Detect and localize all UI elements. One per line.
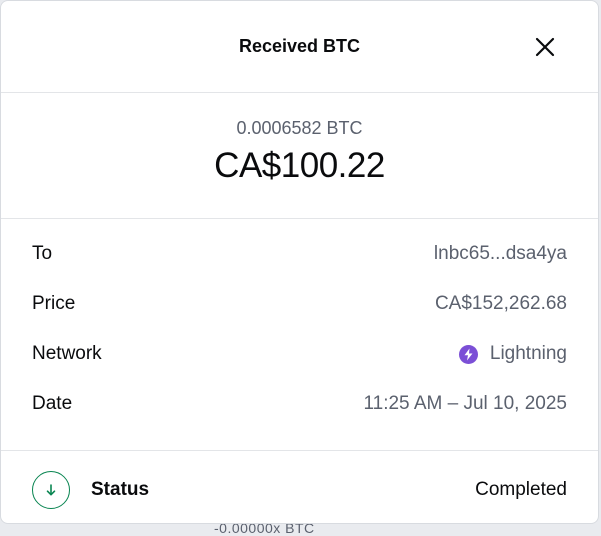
detail-row-network: Network Lightning (32, 339, 567, 369)
network-name: Lightning (489, 343, 567, 364)
status-section: Status Completed (1, 451, 598, 523)
detail-label: To (32, 243, 53, 264)
detail-label: Price (32, 293, 76, 314)
detail-row-price: Price CA$152,262.68 (32, 289, 567, 319)
detail-value-address[interactable]: lnbc65...dsa4ya (434, 243, 567, 265)
detail-value-network: Lightning (458, 343, 567, 365)
modal-title: Received BTC (238, 36, 361, 56)
transaction-details: To lnbc65...dsa4ya Price CA$152,262.68 N… (1, 219, 598, 451)
arrow-down-icon (32, 471, 70, 509)
modal-header: Received BTC (1, 1, 598, 93)
detail-label: Network (32, 343, 102, 364)
detail-row-date: Date 11:25 AM – Jul 10, 2025 (32, 389, 567, 419)
close-button[interactable] (531, 33, 559, 61)
transaction-detail-modal: Received BTC 0.0006582 BTC CA$100.22 To … (0, 0, 599, 524)
fiat-amount: CA$100.22 (214, 146, 385, 185)
lightning-bolt-icon (458, 344, 478, 364)
detail-label: Date (32, 393, 73, 414)
crypto-amount: 0.0006582 BTC (236, 118, 363, 138)
status-value: Completed (475, 479, 567, 500)
detail-row-to: To lnbc65...dsa4ya (32, 239, 567, 269)
detail-value-price: CA$152,262.68 (434, 293, 567, 314)
detail-value-date: 11:25 AM – Jul 10, 2025 (363, 393, 567, 414)
close-icon (535, 37, 555, 57)
status-label: Status (91, 479, 150, 500)
amount-section: 0.0006582 BTC CA$100.22 (1, 93, 598, 219)
